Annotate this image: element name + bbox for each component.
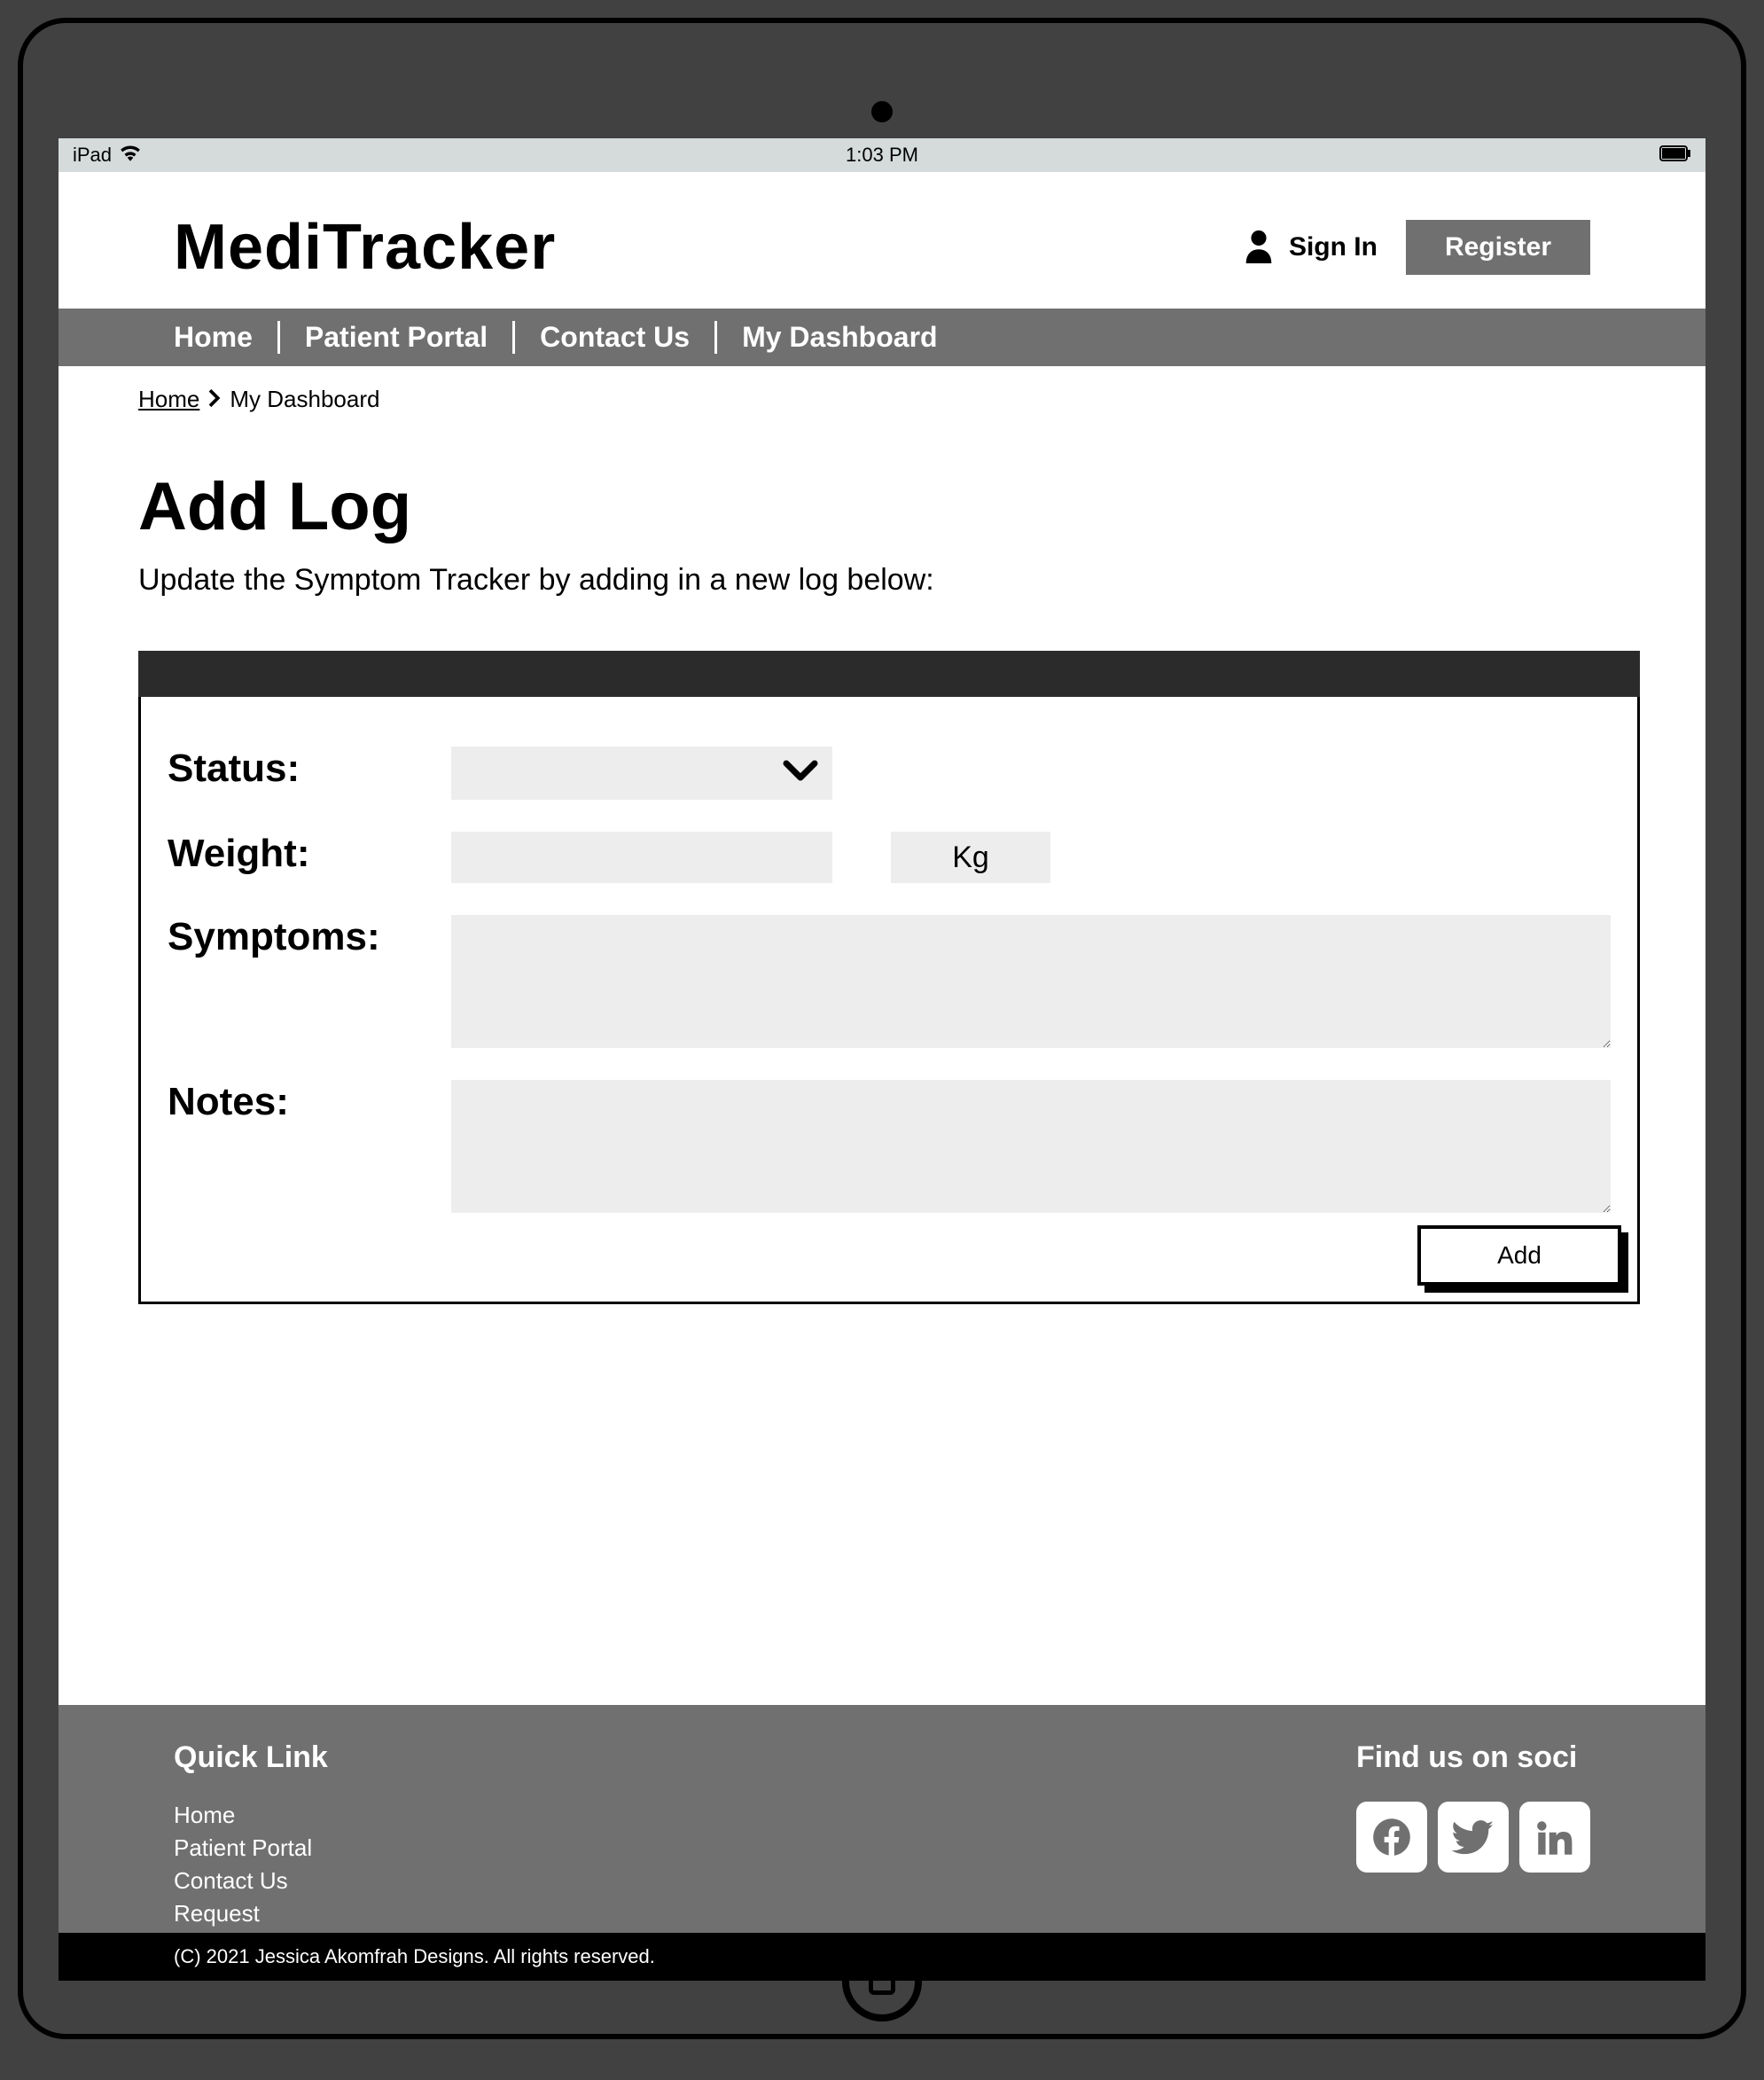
footer-link-contact-us[interactable]: Contact Us (174, 1867, 328, 1895)
linkedin-icon[interactable] (1519, 1802, 1590, 1873)
facebook-icon[interactable] (1356, 1802, 1427, 1873)
footer-link-home[interactable]: Home (174, 1802, 328, 1829)
app-header: MediTracker Sign In Register (59, 172, 1705, 309)
user-icon (1243, 228, 1275, 268)
breadcrumb-home-link[interactable]: Home (138, 386, 199, 413)
device-label: iPad (73, 144, 112, 167)
status-label: Status: (168, 747, 451, 791)
home-button-icon (869, 1968, 895, 1995)
chevron-down-icon (783, 760, 818, 787)
wifi-icon (119, 144, 142, 167)
notes-textarea[interactable] (451, 1080, 1611, 1213)
signin-link[interactable]: Sign In (1243, 228, 1378, 268)
battery-icon (1659, 144, 1691, 166)
ipad-frame: iPad 1:03 PM MediTracker Sign In (18, 18, 1746, 2039)
screen: iPad 1:03 PM MediTracker Sign In (59, 138, 1705, 1981)
weight-unit: Kg (891, 832, 1050, 883)
chevron-right-icon (208, 386, 221, 413)
notes-label: Notes: (168, 1080, 451, 1124)
main-content: Add Log Update the Symptom Tracker by ad… (59, 433, 1705, 1357)
camera-dot (871, 101, 893, 122)
log-form-card: Status: Weight: Kg Symptoms: (138, 651, 1640, 1304)
nav-contact-us[interactable]: Contact Us (515, 321, 717, 354)
app-logo: MediTracker (174, 211, 556, 284)
weight-label: Weight: (168, 832, 451, 876)
footer-link-patient-portal[interactable]: Patient Portal (174, 1834, 328, 1862)
home-button[interactable] (842, 1942, 922, 2021)
breadcrumb-current: My Dashboard (230, 386, 379, 413)
symptoms-label: Symptoms: (168, 915, 451, 959)
social-heading: Find us on soci (1356, 1740, 1590, 1775)
add-button[interactable]: Add (1417, 1225, 1621, 1286)
twitter-icon[interactable] (1438, 1802, 1509, 1873)
weight-input[interactable] (451, 832, 832, 883)
main-nav: Home Patient Portal Contact Us My Dashbo… (59, 309, 1705, 366)
card-header-bar (138, 651, 1640, 697)
page-subtitle: Update the Symptom Tracker by adding in … (138, 563, 1626, 598)
breadcrumb: Home My Dashboard (59, 366, 1705, 433)
page-title: Add Log (138, 468, 1626, 545)
signin-label: Sign In (1289, 232, 1378, 262)
symptoms-textarea[interactable] (451, 915, 1611, 1048)
quicklinks-heading: Quick Link (174, 1740, 328, 1775)
register-button[interactable]: Register (1406, 220, 1590, 275)
nav-my-dashboard[interactable]: My Dashboard (717, 321, 962, 354)
nav-patient-portal[interactable]: Patient Portal (280, 321, 515, 354)
clock: 1:03 PM (846, 144, 918, 167)
footer-link-request[interactable]: Request (174, 1900, 328, 1928)
footer: Quick Link Home Patient Portal Contact U… (59, 1705, 1705, 1933)
status-select[interactable] (451, 747, 832, 800)
status-bar: iPad 1:03 PM (59, 138, 1705, 172)
nav-home[interactable]: Home (174, 321, 280, 354)
